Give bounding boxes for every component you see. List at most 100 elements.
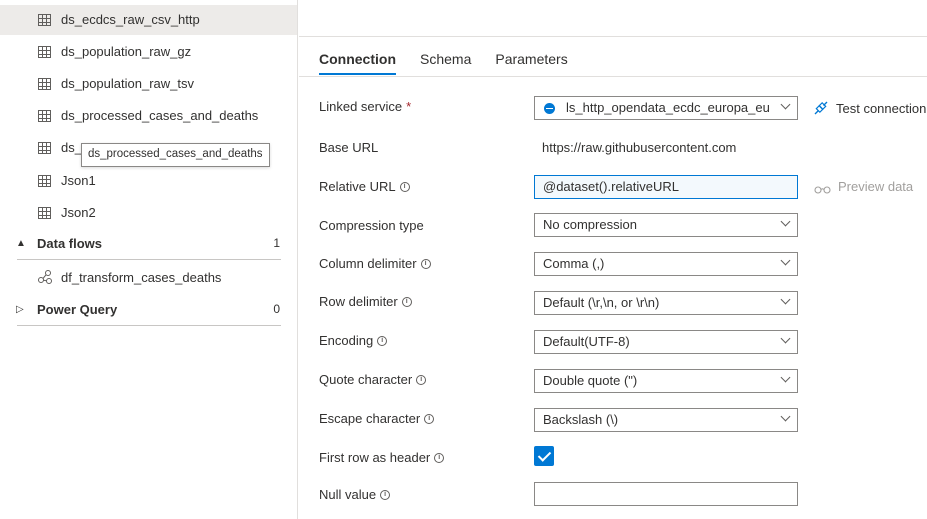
base-url-label: Base URL bbox=[319, 140, 378, 155]
escape-character-label: Escape character i bbox=[319, 411, 435, 426]
row-delimiter-label: Row delimiter i bbox=[319, 294, 412, 309]
quote-character-dropdown[interactable]: Double quote (") bbox=[534, 369, 798, 393]
dataset-label: Json1 bbox=[61, 173, 96, 188]
compression-type-dropdown[interactable]: No compression bbox=[534, 213, 798, 237]
section-divider bbox=[17, 325, 281, 326]
first-row-header-label-text: First row as header bbox=[319, 450, 431, 465]
table-icon bbox=[38, 46, 51, 58]
encoding-value: Default(UTF-8) bbox=[543, 334, 630, 349]
dataset-name-tooltip: ds_processed_cases_and_deaths bbox=[81, 143, 270, 167]
table-icon bbox=[38, 207, 51, 219]
preview-data-button[interactable]: Preview data bbox=[814, 179, 913, 194]
info-icon[interactable]: i bbox=[420, 258, 431, 269]
null-value-label-text: Null value bbox=[319, 487, 377, 502]
info-icon[interactable]: i bbox=[434, 452, 445, 463]
dataset-label: Json2 bbox=[61, 205, 96, 220]
section-count: 0 bbox=[273, 302, 280, 316]
relative-url-value: @dataset().relativeURL bbox=[543, 179, 680, 194]
escape-character-label-text: Escape character bbox=[319, 411, 421, 426]
section-count: 1 bbox=[273, 236, 280, 250]
table-icon bbox=[38, 78, 51, 90]
dataset-item-json1[interactable]: Json1 bbox=[0, 166, 297, 196]
first-row-header-checkbox[interactable] bbox=[534, 446, 554, 466]
dataset-label: ds_ecdcs_raw_csv_http bbox=[61, 12, 200, 27]
base-url-label-text: Base URL bbox=[319, 140, 379, 155]
linked-service-label-text: Linked service bbox=[319, 99, 403, 114]
dataflow-item-df-transform-cases-deaths[interactable]: df_transform_cases_deaths bbox=[0, 263, 297, 293]
info-icon[interactable]: i bbox=[401, 296, 412, 307]
chevron-down-icon bbox=[780, 255, 791, 266]
column-delimiter-dropdown[interactable]: Comma (,) bbox=[534, 252, 798, 276]
escape-character-value: Backslash (\) bbox=[543, 412, 619, 427]
dataset-item-json2[interactable]: Json2 bbox=[0, 198, 297, 228]
section-divider bbox=[17, 259, 281, 260]
encoding-label-text: Encoding bbox=[319, 333, 374, 348]
test-connection-button[interactable]: Test connection bbox=[813, 100, 926, 116]
collapsed-caret-icon: ▷ bbox=[16, 304, 24, 315]
dataset-item-ds-ecdcs-raw-csv-http[interactable]: ds_ecdcs_raw_csv_http bbox=[0, 5, 297, 35]
section-label: Data flows bbox=[37, 236, 103, 251]
info-icon[interactable]: i bbox=[416, 374, 427, 385]
info-icon[interactable]: i bbox=[377, 335, 388, 346]
table-icon bbox=[38, 175, 51, 187]
null-value-label: Null value i bbox=[319, 487, 391, 502]
preview-data-label: Preview data bbox=[838, 179, 914, 194]
first-row-header-label: First row as header i bbox=[319, 450, 445, 465]
factory-resources-tree: ds_ecdcs_raw_csv_http ds_population_raw_… bbox=[0, 0, 298, 519]
base-url-value: https://raw.githubusercontent.com bbox=[542, 140, 737, 155]
data-flows-section[interactable]: ▲ Data flows 1 bbox=[0, 229, 297, 259]
null-value-input[interactable] bbox=[534, 482, 798, 506]
chevron-down-icon bbox=[780, 411, 791, 422]
column-delimiter-label: Column delimiter i bbox=[319, 256, 431, 271]
quote-character-label-text: Quote character bbox=[319, 372, 413, 387]
linked-service-icon bbox=[544, 103, 555, 114]
dataflow-label: df_transform_cases_deaths bbox=[61, 270, 222, 285]
escape-character-dropdown[interactable]: Backslash (\) bbox=[534, 408, 798, 432]
tabs-divider bbox=[299, 76, 927, 77]
relative-url-label-text: Relative URL bbox=[319, 179, 396, 194]
table-icon bbox=[38, 142, 51, 154]
relative-url-input[interactable]: @dataset().relativeURL bbox=[534, 175, 798, 199]
table-icon bbox=[38, 14, 51, 26]
column-delimiter-value: Comma (,) bbox=[543, 256, 605, 271]
dataset-item-ds-population-raw-tsv[interactable]: ds_population_raw_tsv bbox=[0, 69, 297, 99]
dataset-label: ds_population_raw_tsv bbox=[61, 76, 194, 91]
dataset-item-ds-processed-cases-and-deaths[interactable]: ds_processed_cases_and_deaths bbox=[0, 101, 297, 131]
row-delimiter-value: Default (\r,\n, or \r\n) bbox=[543, 295, 660, 310]
relative-url-label: Relative URL i bbox=[319, 179, 410, 194]
section-label: Power Query bbox=[37, 302, 118, 317]
properties-tabs: Connection Schema Parameters bbox=[319, 51, 568, 75]
dataset-label: ds_population_raw_gz bbox=[61, 44, 192, 59]
linked-service-dropdown[interactable]: ls_http_opendata_ecdc_europa_eu bbox=[534, 96, 798, 120]
info-icon[interactable]: i bbox=[399, 181, 410, 192]
compression-type-label-text: Compression type bbox=[319, 218, 424, 233]
info-icon[interactable]: i bbox=[424, 413, 435, 424]
tab-schema[interactable]: Schema bbox=[420, 51, 471, 75]
row-delimiter-dropdown[interactable]: Default (\r,\n, or \r\n) bbox=[534, 291, 798, 315]
info-icon[interactable]: i bbox=[380, 489, 391, 500]
plug-icon bbox=[813, 100, 829, 116]
dataset-item-ds-population-raw-gz[interactable]: ds_population_raw_gz bbox=[0, 37, 297, 67]
dataset-properties-pane: Connection Schema Parameters Linked serv… bbox=[299, 0, 927, 519]
compression-type-label: Compression type bbox=[319, 218, 424, 233]
header-divider bbox=[299, 36, 927, 37]
chevron-down-icon bbox=[780, 333, 791, 344]
table-icon bbox=[38, 110, 51, 122]
quote-character-value: Double quote (") bbox=[543, 373, 638, 388]
glasses-icon bbox=[814, 182, 831, 194]
power-query-section[interactable]: ▷ Power Query 0 bbox=[0, 295, 297, 325]
compression-type-value: No compression bbox=[543, 217, 637, 232]
row-delimiter-label-text: Row delimiter bbox=[319, 294, 398, 309]
encoding-dropdown[interactable]: Default(UTF-8) bbox=[534, 330, 798, 354]
encoding-label: Encoding i bbox=[319, 333, 388, 348]
linked-service-value: ls_http_opendata_ecdc_europa_eu bbox=[566, 100, 770, 115]
chevron-down-icon bbox=[780, 99, 791, 110]
tab-parameters[interactable]: Parameters bbox=[495, 51, 567, 75]
chevron-down-icon bbox=[780, 294, 791, 305]
chevron-down-icon bbox=[780, 372, 791, 383]
tab-connection[interactable]: Connection bbox=[319, 51, 396, 75]
expanded-caret-icon: ▲ bbox=[16, 238, 26, 249]
test-connection-label: Test connection bbox=[836, 100, 927, 116]
dataset-label: ds_processed_cases_and_deaths bbox=[61, 108, 259, 123]
required-marker: * bbox=[406, 99, 412, 114]
